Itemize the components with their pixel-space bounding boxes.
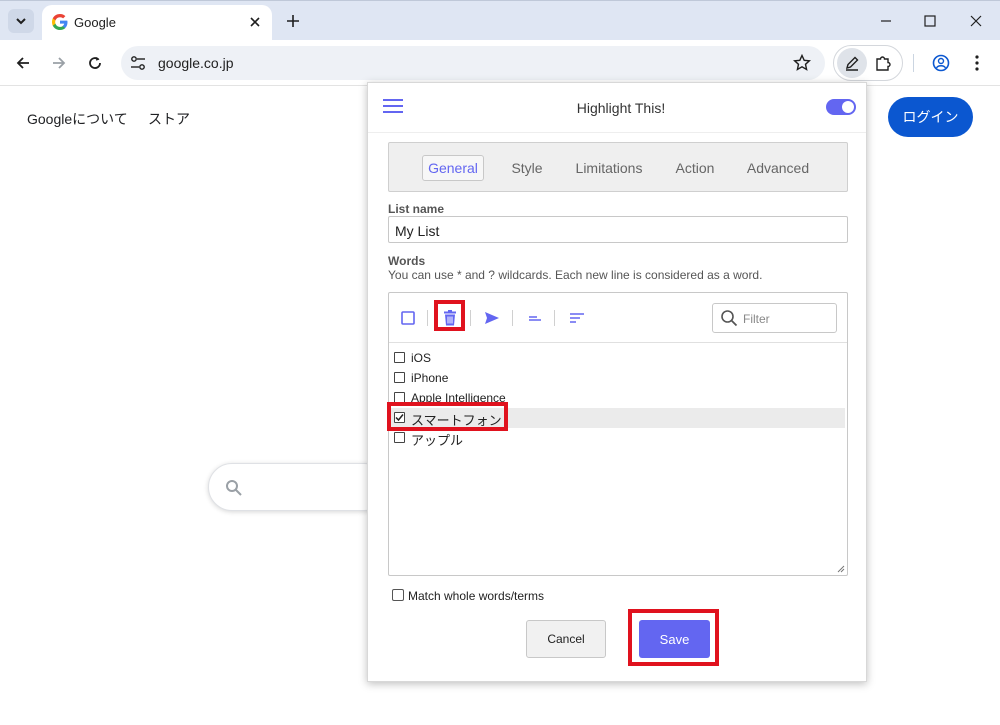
send-icon [485,312,499,324]
tab-style[interactable]: Style [502,155,552,181]
close-window-button[interactable] [963,9,989,33]
tab-search-button[interactable] [8,9,34,33]
toggle-knob [842,101,854,113]
annotation-box-word [387,402,508,431]
close-icon [250,17,260,27]
tab-limitations[interactable]: Limitations [569,155,649,181]
close-icon [970,15,982,27]
store-link[interactable]: ストア [148,109,190,129]
maximize-button[interactable] [917,9,943,33]
align-left-icon [529,316,541,321]
browser-tab[interactable]: Google [42,5,272,41]
filter-placeholder: Filter [743,312,770,326]
new-tab-button[interactable] [282,10,304,32]
pencil-icon [845,56,859,71]
arrow-right-icon [53,57,66,69]
annotation-box-save [628,609,719,666]
list-name-label: List name [388,202,445,216]
tab-close-button[interactable] [246,13,264,31]
minimize-icon [881,20,891,22]
match-whole-words-checkbox[interactable] [392,589,404,601]
minimize-button[interactable] [873,9,899,33]
search-icon [226,480,242,496]
plus-icon [287,15,299,27]
forward-button[interactable] [47,51,71,75]
site-settings-icon [131,56,145,70]
toolbar-divider [554,310,555,326]
word-text: iOS [411,351,432,365]
select-all-button[interactable] [396,306,420,330]
words-hint: You can use * and ? wildcards. Each new … [388,268,763,282]
align-button[interactable] [523,306,547,330]
google-favicon-icon [52,14,68,30]
resize-handle-icon[interactable] [837,565,845,573]
bookmark-star-icon[interactable] [793,54,811,72]
google-search-box[interactable] [208,463,388,511]
chevron-down-icon [16,18,26,25]
reload-icon [89,57,101,69]
settings-tabs: General Style Limitations Action Advance… [388,142,848,192]
annotation-box-delete [434,300,465,331]
word-checkbox[interactable] [394,352,405,363]
toolbar-divider [470,310,471,326]
profile-button[interactable] [929,51,953,75]
about-google-link[interactable]: Googleについて [27,109,128,129]
more-vert-icon [975,55,979,71]
tab-title: Google [74,15,116,30]
word-row[interactable]: iPhone [391,368,845,388]
menu-button[interactable] [965,51,989,75]
send-button[interactable] [480,306,504,330]
enable-toggle[interactable] [826,99,856,115]
word-row[interactable]: iOS [391,348,845,368]
tab-general[interactable]: General [422,155,484,181]
sort-icon [570,313,584,323]
toolbar-divider [427,310,428,326]
words-label: Words [388,254,426,268]
maximize-icon [924,15,936,27]
extensions-group [833,45,903,81]
profile-icon [932,54,950,72]
word-row[interactable]: アップル [391,428,845,448]
word-text: アップル [411,433,464,448]
sort-button[interactable] [565,306,589,330]
words-editor: Filter iOS iPhone Apple Intelligence スマー… [388,292,848,576]
word-checkbox[interactable] [394,432,405,443]
tab-advanced[interactable]: Advanced [740,155,816,181]
match-whole-words-label: Match whole words/terms [408,589,545,603]
tab-action[interactable]: Action [668,155,722,181]
list-name-input[interactable]: My List [388,216,848,243]
extensions-button[interactable] [872,52,894,74]
highlight-extension-button[interactable] [837,48,867,78]
puzzle-icon [876,56,891,71]
toolbar-divider [512,310,513,326]
reload-button[interactable] [83,51,107,75]
address-bar[interactable]: google.co.jp [121,46,825,80]
popup-title: Highlight This! [576,100,666,116]
tab-strip: Google [0,0,1000,41]
browser-toolbar: google.co.jp [0,40,1000,86]
popup-header: Highlight This! [368,83,866,133]
arrow-left-icon [16,57,29,69]
back-button[interactable] [11,51,35,75]
login-button[interactable]: ログイン [888,97,973,137]
word-text: iPhone [411,371,449,385]
search-icon [721,310,738,327]
toolbar-separator [913,54,914,72]
word-checkbox[interactable] [394,372,405,383]
screen: Google google.co.jp Googleについて ストア ログイン … [0,0,1000,725]
highlight-this-popup: Highlight This! General Style Limitation… [367,82,867,682]
filter-input[interactable]: Filter [712,303,837,333]
checkbox-icon [401,311,415,325]
cancel-button[interactable]: Cancel [526,620,606,658]
url-text: google.co.jp [158,55,234,71]
